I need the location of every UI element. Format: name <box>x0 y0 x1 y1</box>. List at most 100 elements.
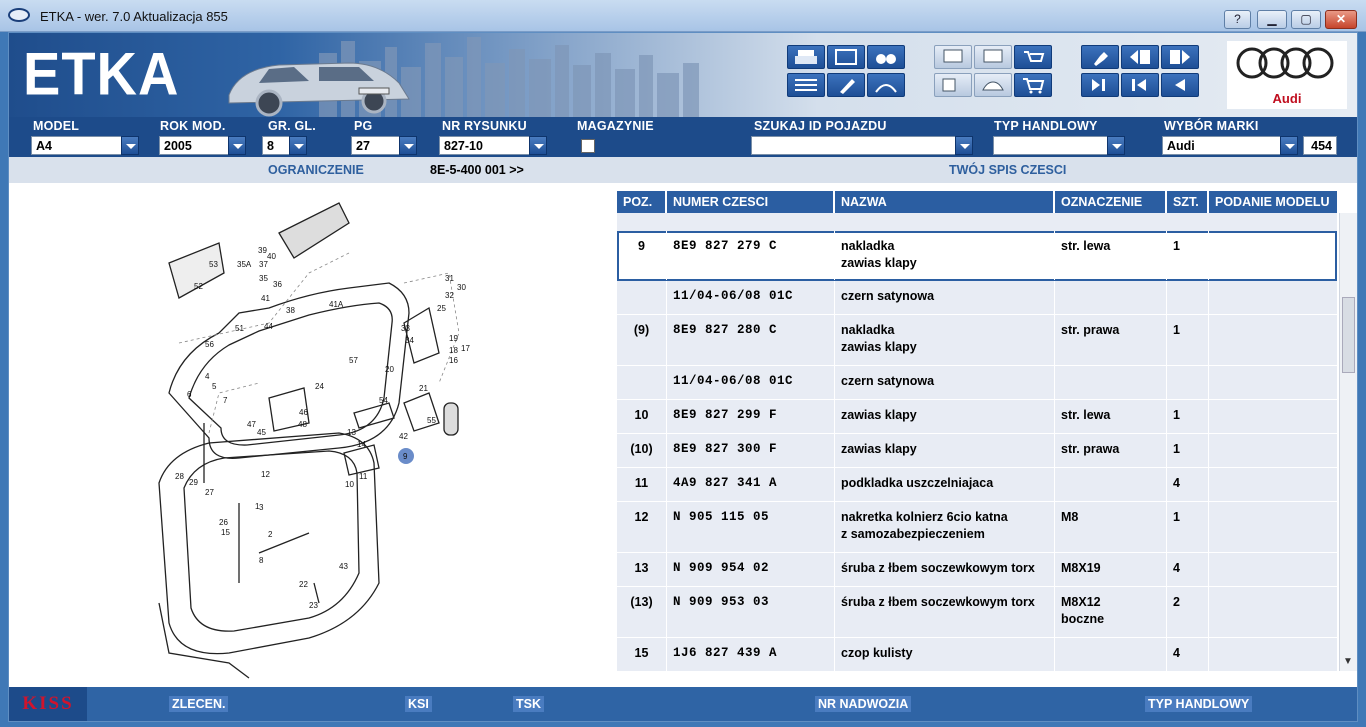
rok-mod-dropdown-icon[interactable] <box>228 136 246 155</box>
table-row[interactable]: 13 N 909 954 02 śruba z łbem soczewkowym t… <box>617 553 1337 587</box>
spis-czesci-label[interactable]: TWÓJ SPIS CZESCI <box>949 163 1066 177</box>
callout-40[interactable]: 40 <box>267 252 276 261</box>
scrollbar-thumb[interactable] <box>1342 297 1355 373</box>
callout-35a[interactable]: 35A <box>237 260 252 269</box>
nr-rysunku-select[interactable]: 827-10 <box>439 136 531 155</box>
prev-page-icon[interactable] <box>1121 45 1159 69</box>
app-icon[interactable] <box>8 8 30 22</box>
callout-17[interactable]: 17 <box>461 344 470 353</box>
car-icon[interactable] <box>974 73 1012 97</box>
first-icon[interactable] <box>1121 73 1159 97</box>
callout-12[interactable]: 12 <box>261 470 270 479</box>
pg-dropdown-icon[interactable] <box>399 136 417 155</box>
callout-38[interactable]: 38 <box>286 306 295 315</box>
pin-icon[interactable] <box>1081 45 1119 69</box>
callout-46[interactable]: 46 <box>299 408 308 417</box>
callout-57[interactable]: 57 <box>349 356 358 365</box>
callout-36[interactable]: 36 <box>273 280 282 289</box>
header-numer[interactable]: NUMER CZESCI <box>667 191 835 213</box>
callout-8[interactable]: 8 <box>259 556 264 565</box>
callout-47[interactable]: 47 <box>247 420 256 429</box>
wybor-marki-dropdown-icon[interactable] <box>1280 136 1298 155</box>
table-row[interactable]: 10 8E9 827 299 F zawias klapy str. lewa 1 <box>617 400 1337 434</box>
table-row[interactable]: 11/04-06/08 01C czern satynowa <box>617 366 1337 400</box>
typ-handlowy-button[interactable]: TYP HANDLOWY <box>1145 696 1253 712</box>
callout-53[interactable]: 53 <box>209 260 218 269</box>
header-nazwa[interactable]: NAZWA <box>835 191 1055 213</box>
callout-11[interactable]: 11 <box>359 472 368 481</box>
back-icon[interactable] <box>1161 73 1199 97</box>
callout-51[interactable]: 51 <box>235 324 244 333</box>
callout-41[interactable]: 41 <box>261 294 270 303</box>
callout-16[interactable]: 16 <box>449 356 458 365</box>
header-szt[interactable]: SZT. <box>1167 191 1209 213</box>
header-podanie[interactable]: PODANIE MODELU <box>1209 191 1337 213</box>
table-row[interactable]: 12 N 905 115 05 nakretka kolnierz 6cio kat… <box>617 502 1337 553</box>
table-row[interactable]: 11/04-06/08 01C czern satynowa <box>617 281 1337 315</box>
print-icon[interactable] <box>787 45 825 69</box>
callout-5[interactable]: 5 <box>212 382 217 391</box>
scroll-down-icon[interactable]: ▼ <box>1343 656 1353 667</box>
minimize-button[interactable]: ▁ <box>1257 10 1287 29</box>
table-row[interactable]: (10) 8E9 827 300 F zawias klapy str. prawa 1 <box>617 434 1337 468</box>
callout-23[interactable]: 23 <box>309 601 318 610</box>
callout-7[interactable]: 7 <box>223 396 228 405</box>
callout-35[interactable]: 35 <box>259 274 268 283</box>
callout-25[interactable]: 25 <box>437 304 446 313</box>
elsa-icon[interactable] <box>934 45 972 69</box>
window-icon[interactable] <box>827 45 865 69</box>
callout-34[interactable]: 34 <box>405 336 414 345</box>
typ-handlowy-dropdown-icon[interactable] <box>1107 136 1125 155</box>
next-page-icon[interactable] <box>1161 45 1199 69</box>
callout-28[interactable]: 28 <box>175 472 184 481</box>
binoculars-icon[interactable] <box>867 45 905 69</box>
gr-gl-dropdown-icon[interactable] <box>289 136 307 155</box>
callout-54[interactable]: 54 <box>379 396 388 405</box>
callout-41a[interactable]: 41A <box>329 300 344 309</box>
callout-26[interactable]: 26 <box>219 518 228 527</box>
callout-31[interactable]: 31 <box>445 274 454 283</box>
callout-44[interactable]: 44 <box>264 322 273 331</box>
callout-3[interactable]: 3 <box>259 503 264 512</box>
close-button[interactable]: ✕ <box>1325 10 1357 29</box>
jump-icon[interactable] <box>1081 73 1119 97</box>
maximize-button[interactable]: ▢ <box>1291 10 1321 29</box>
callout-19[interactable]: 19 <box>449 334 458 343</box>
scale-icon[interactable] <box>867 73 905 97</box>
callout-21[interactable]: 21 <box>419 384 428 393</box>
callout-14[interactable]: 14 <box>357 440 366 449</box>
callout-10[interactable]: 10 <box>345 480 354 489</box>
model-select[interactable]: A4 <box>31 136 123 155</box>
table-row[interactable]: 11 4A9 827 341 A podkladka uszczelniajaca 4 <box>617 468 1337 502</box>
szukaj-dropdown-icon[interactable] <box>955 136 973 155</box>
rok-mod-select[interactable]: 2005 <box>159 136 229 155</box>
callout-33[interactable]: 33 <box>401 324 410 333</box>
callout-4[interactable]: 4 <box>205 372 210 381</box>
edit-icon[interactable] <box>827 73 865 97</box>
typ-handlowy-select[interactable] <box>993 136 1109 155</box>
model-dropdown-icon[interactable] <box>121 136 139 155</box>
callout-45[interactable]: 45 <box>257 428 266 437</box>
callout-9[interactable]: 9 <box>403 452 408 461</box>
exploded-view-drawing[interactable]: 53 52 56 51 39 40 37 35A 35 36 41 38 41A… <box>9 183 609 686</box>
callout-43[interactable]: 43 <box>339 562 348 571</box>
table-scrollbar[interactable]: ▼ <box>1339 213 1357 671</box>
callout-37[interactable]: 37 <box>259 260 268 269</box>
table-row[interactable]: 9 8E9 827 279 C nakladka zawias klapy str. l… <box>617 231 1337 281</box>
callout-13[interactable]: 13 <box>347 428 356 437</box>
nr-rysunku-dropdown-icon[interactable] <box>529 136 547 155</box>
cart-transfer-icon[interactable] <box>1014 45 1052 69</box>
ksi-button[interactable]: KSI <box>405 696 432 712</box>
gr-gl-select[interactable]: 8 <box>262 136 292 155</box>
callout-18[interactable]: 18 <box>449 346 458 355</box>
table-row[interactable]: (9) 8E9 827 280 C nakladka zawias klapy str.… <box>617 315 1337 366</box>
zlecen-button[interactable]: ZLECEN. <box>169 696 229 712</box>
callout-6[interactable]: 6 <box>187 390 192 399</box>
wybor-marki-select[interactable]: Audi <box>1162 136 1282 155</box>
callout-32[interactable]: 32 <box>445 291 454 300</box>
list-icon[interactable] <box>787 73 825 97</box>
callout-48[interactable]: 48 <box>298 420 307 429</box>
callout-30[interactable]: 30 <box>457 283 466 292</box>
help-button[interactable]: ? <box>1224 10 1251 29</box>
callout-15[interactable]: 15 <box>221 528 230 537</box>
